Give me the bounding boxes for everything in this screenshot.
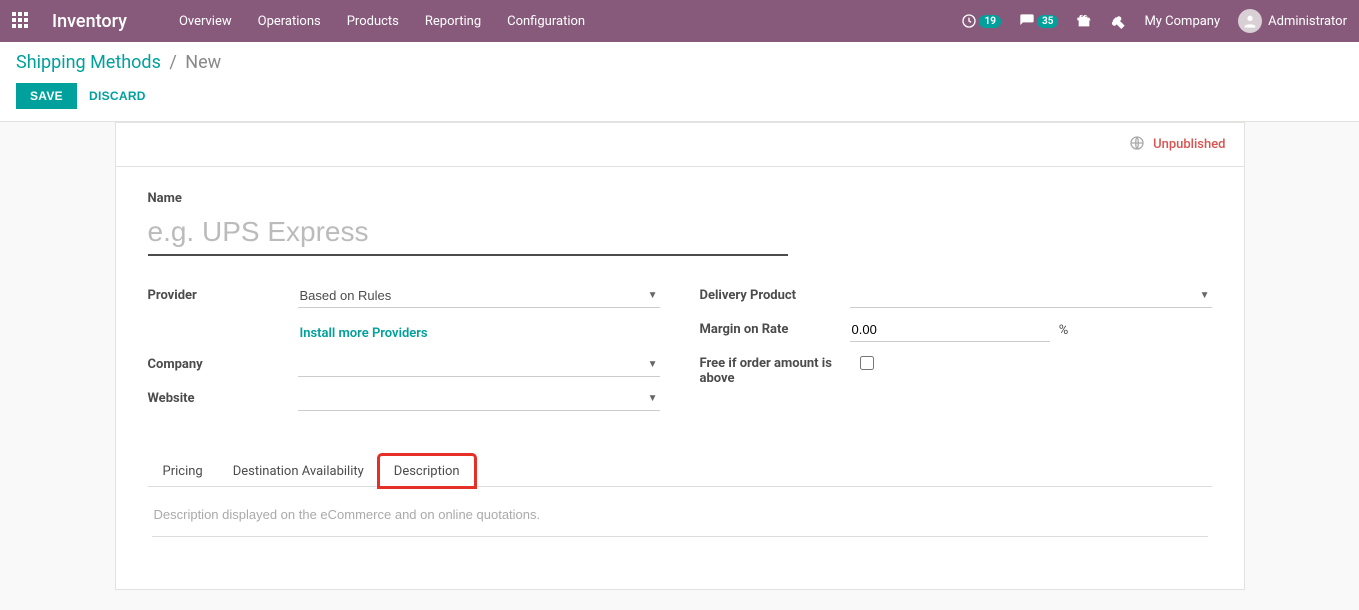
breadcrumb-current: New xyxy=(185,52,221,73)
margin-label: Margin on Rate xyxy=(700,318,850,337)
company-label: Company xyxy=(148,353,298,372)
margin-unit: % xyxy=(1059,323,1069,338)
tools-icon[interactable] xyxy=(1110,13,1126,29)
save-button[interactable]: Save xyxy=(16,83,77,109)
tab-pricing[interactable]: Pricing xyxy=(148,455,218,487)
user-menu[interactable]: Administrator xyxy=(1238,9,1347,33)
gift-icon[interactable] xyxy=(1076,13,1092,29)
nav-configuration[interactable]: Configuration xyxy=(507,14,585,29)
activities-icon[interactable]: 19 xyxy=(961,13,1000,29)
delivery-product-select[interactable] xyxy=(850,284,1212,308)
website-select[interactable] xyxy=(298,387,660,411)
messages-icon[interactable]: 35 xyxy=(1019,13,1058,29)
nav-overview[interactable]: Overview xyxy=(179,14,232,29)
control-panel: Shipping Methods / New Save Discard xyxy=(0,42,1359,122)
apps-icon[interactable] xyxy=(12,12,30,30)
nav-products[interactable]: Products xyxy=(347,14,399,29)
tab-description[interactable]: Description xyxy=(379,455,475,487)
company-select[interactable] xyxy=(298,353,660,377)
breadcrumb-parent[interactable]: Shipping Methods xyxy=(16,52,161,73)
install-providers-link[interactable]: Install more Providers xyxy=(300,326,428,341)
avatar-icon xyxy=(1238,9,1262,33)
notebook-tabs: Pricing Destination Availability Descrip… xyxy=(148,455,1212,487)
free-amount-checkbox[interactable] xyxy=(860,356,874,370)
messages-badge: 35 xyxy=(1037,15,1058,28)
provider-select[interactable] xyxy=(298,284,660,308)
publish-status-label: Unpublished xyxy=(1153,137,1225,152)
statusbar: Unpublished xyxy=(116,123,1244,167)
margin-input[interactable] xyxy=(850,318,1050,342)
form-sheet: Unpublished Name Provider ▼ xyxy=(115,122,1245,590)
website-label: Website xyxy=(148,387,298,406)
free-amount-label: Free if order amount is above xyxy=(700,352,860,386)
nav-reporting[interactable]: Reporting xyxy=(425,14,481,29)
activities-badge: 19 xyxy=(979,15,1000,28)
name-input[interactable] xyxy=(148,212,788,256)
provider-label: Provider xyxy=(148,284,298,303)
globe-icon xyxy=(1129,135,1145,155)
nav-operations[interactable]: Operations xyxy=(258,14,321,29)
publish-toggle[interactable]: Unpublished xyxy=(1129,135,1225,155)
tab-content-description xyxy=(148,487,1212,565)
description-input[interactable] xyxy=(152,503,1208,537)
delivery-product-label: Delivery Product xyxy=(700,284,850,303)
breadcrumb: Shipping Methods / New xyxy=(16,52,1343,73)
tab-destination-availability[interactable]: Destination Availability xyxy=(218,455,379,487)
nav-menu: Overview Operations Products Reporting C… xyxy=(179,14,585,29)
top-navbar: Inventory Overview Operations Products R… xyxy=(0,0,1359,42)
company-selector[interactable]: My Company xyxy=(1144,14,1220,29)
app-brand[interactable]: Inventory xyxy=(52,11,127,32)
discard-button[interactable]: Discard xyxy=(89,89,146,103)
name-label: Name xyxy=(148,191,1212,206)
